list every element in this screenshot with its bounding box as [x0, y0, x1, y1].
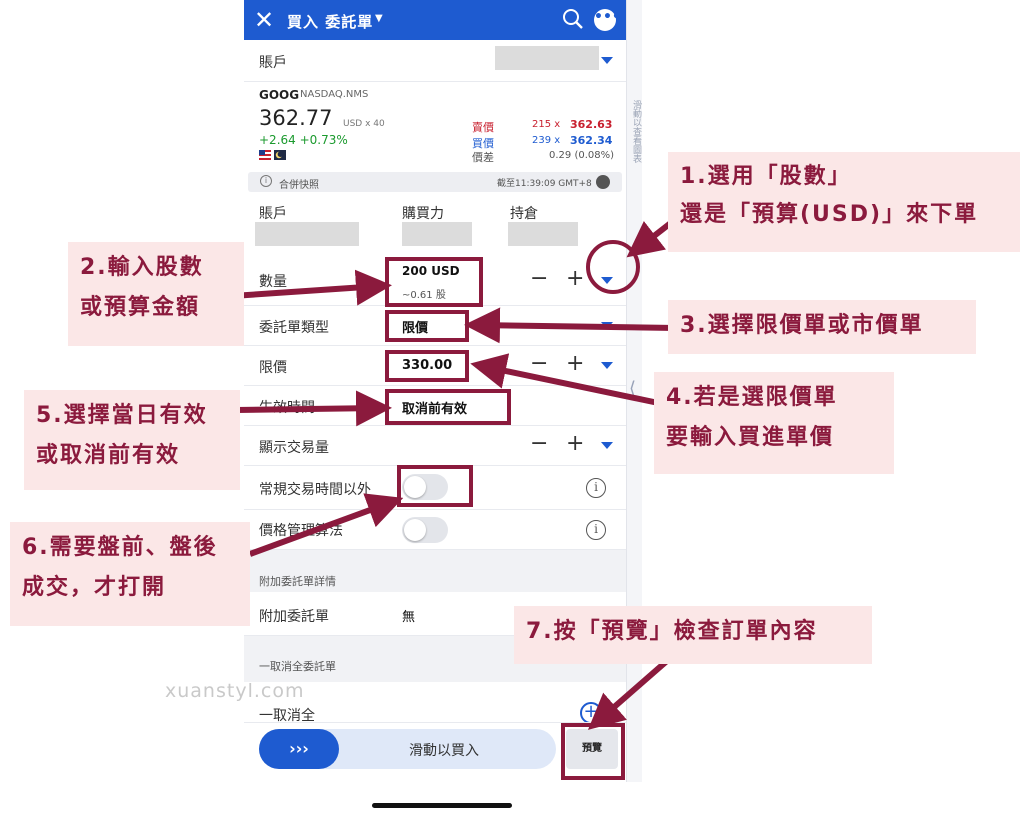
price-algo-toggle[interactable] [402, 517, 448, 543]
annotation-4-line1: 4.若是選限價單 [666, 385, 838, 410]
annotation-2-line2: 或預算金額 [80, 295, 201, 320]
stock-currency: USD x 40 [343, 119, 385, 129]
more-icon[interactable]: ••• [594, 9, 621, 31]
oca-section-title: 一取消全委託單 [259, 660, 336, 673]
spread-value: 0.29 (0.08%) [549, 150, 615, 161]
side-panel-text: 滑動以查看圖表 [631, 100, 641, 163]
outside-rth-label: 常規交易時間以外 [259, 482, 371, 498]
annotation-4-line2: 要輸入買進單價 [666, 425, 835, 450]
annotation-7: 7.按「預覽」檢查訂單內容 [514, 606, 872, 664]
annotation-4: 4.若是選限價單 要輸入買進單價 [654, 372, 894, 474]
price-algo-label: 價格管理算法 [259, 523, 343, 539]
attached-order-label: 附加委託單 [259, 609, 329, 625]
highlight-quantity [385, 257, 483, 307]
annotation-1-line2: 還是「預算(USD)」來下單 [680, 202, 979, 227]
annotation-5-line2: 或取消前有效 [36, 443, 181, 468]
buying-power-redacted [402, 222, 472, 246]
quantity-label: 數量 [259, 274, 287, 290]
ask-size: 215 x [532, 119, 561, 130]
display-size-row: 顯示交易量 − + [244, 426, 626, 466]
watermark: xuanstyl.com [165, 680, 305, 702]
stock-change: +2.64 +0.73% [259, 133, 348, 147]
annotation-1-line1: 1.選用「股數」 [680, 164, 852, 189]
ask-label: 賣價 [472, 121, 494, 134]
bid-size: 239 x [532, 135, 561, 146]
slide-to-buy[interactable]: ››› 滑動以買入 [259, 729, 556, 769]
summary-account-label: 賬戶 [259, 206, 287, 222]
minus-button[interactable]: − [530, 351, 548, 376]
add-icon[interactable]: + [580, 702, 602, 724]
position-label: 持倉 [510, 206, 538, 222]
bid-price: 362.34 [570, 134, 613, 147]
chevron-down-icon[interactable] [601, 442, 613, 449]
summary-account-redacted [255, 222, 359, 246]
annotation-2-line1: 2.輸入股數 [80, 255, 204, 280]
account-value-redacted [495, 46, 599, 70]
annotation-5-line1: 5.選擇當日有效 [36, 403, 208, 428]
minus-button[interactable]: − [530, 431, 548, 456]
limit-price-label: 限價 [259, 360, 287, 376]
stock-price: 362.77 [259, 106, 333, 130]
app-header: ✕ 買入 委託單 ▼ ••• [244, 0, 626, 40]
clock-icon [596, 175, 610, 189]
ask-price: 362.63 [570, 118, 613, 131]
plus-button[interactable]: + [566, 351, 584, 376]
order-type-label: 委託單類型 [259, 320, 329, 336]
highlight-order-type [385, 310, 469, 342]
buying-power-label: 購買力 [402, 206, 444, 222]
home-indicator[interactable] [372, 803, 512, 808]
close-icon[interactable]: ✕ [254, 6, 274, 34]
highlight-time-in-force [385, 389, 511, 425]
chart-side-panel[interactable]: 滑動以查看圖表 ⟨ [626, 0, 642, 782]
plus-button[interactable]: + [566, 266, 584, 291]
highlight-preview [561, 723, 625, 780]
tutorial-canvas: ✕ 買入 委託單 ▼ ••• 賬戶 GOOG NASDAQ.NMS 362.77… [0, 0, 1024, 817]
snapshot-time: 截至11:39:09 GMT+8 [497, 179, 592, 189]
annotation-6-line2: 成交，才打開 [22, 575, 167, 600]
account-row[interactable]: 賬戶 [244, 40, 626, 82]
account-label: 賬戶 [259, 55, 287, 71]
chevron-left-icon[interactable]: ⟨ [629, 378, 636, 399]
attached-order-value: 無 [402, 610, 416, 625]
page-title[interactable]: 買入 委託單 [287, 11, 373, 32]
moon-icon [274, 150, 286, 160]
annotation-2: 2.輸入股數 或預算金額 [68, 242, 244, 346]
time-in-force-label: 生效時間 [259, 400, 315, 416]
slide-label: 滑動以買入 [409, 743, 479, 759]
chevron-down-icon[interactable]: ▼ [375, 13, 383, 24]
info-icon[interactable]: i [586, 520, 606, 540]
annotation-3: 3.選擇限價單或市價單 [668, 300, 976, 354]
highlight-unit-dropdown [586, 240, 640, 294]
info-icon[interactable]: i [260, 175, 272, 187]
highlight-limit-price [385, 350, 469, 382]
stock-exchange: NASDAQ.NMS [300, 89, 369, 100]
plus-button[interactable]: + [566, 431, 584, 456]
price-algo-row: 價格管理算法 i [244, 510, 626, 550]
info-icon[interactable]: i [586, 478, 606, 498]
chevron-down-icon[interactable] [601, 362, 613, 369]
slide-handle[interactable]: ››› [259, 729, 339, 769]
snapshot-bar: i 合併快照 截至11:39:09 GMT+8 [248, 172, 622, 192]
display-size-label: 顯示交易量 [259, 440, 329, 456]
highlight-outside-rth [397, 465, 473, 507]
chevron-down-icon[interactable] [601, 322, 613, 329]
snapshot-label: 合併快照 [279, 180, 319, 191]
annotation-5: 5.選擇當日有效 或取消前有效 [24, 390, 240, 490]
attached-section-header: 附加委託單詳情 [244, 550, 626, 592]
position-redacted [508, 222, 578, 246]
annotation-6: 6.需要盤前、盤後 成交，才打開 [10, 522, 250, 626]
spread-label: 價差 [472, 151, 494, 164]
annotation-1: 1.選用「股數」 還是「預算(USD)」來下單 [668, 152, 1020, 252]
stock-symbol: GOOG [259, 88, 300, 102]
attached-section-title: 附加委託單詳情 [259, 575, 336, 588]
annotation-6-line1: 6.需要盤前、盤後 [22, 535, 218, 560]
us-flag-icon [259, 150, 271, 160]
search-icon[interactable] [562, 8, 584, 30]
chevron-down-icon[interactable] [601, 57, 613, 64]
minus-button[interactable]: − [530, 266, 548, 291]
